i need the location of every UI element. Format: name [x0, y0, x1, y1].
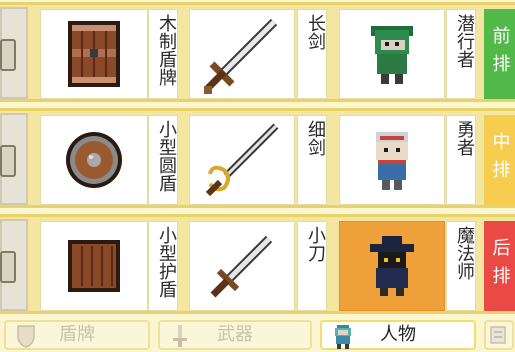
- shield-slot[interactable]: [40, 115, 148, 205]
- party-row-back: 小型护盾 小刀 魔法师 后排: [0, 214, 515, 314]
- rogue-icon: [371, 26, 413, 84]
- weapon-name: 细剑: [297, 115, 327, 205]
- weapon-slot[interactable]: [189, 9, 295, 99]
- party-row-front: 木制盾牌 长剑 潜行者 前排: [0, 2, 515, 102]
- position-badge-back[interactable]: 后排: [484, 221, 515, 311]
- tab-label: 人物: [380, 324, 416, 345]
- weapon-slot[interactable]: [189, 221, 295, 311]
- tab-shield[interactable]: 盾牌: [4, 320, 150, 350]
- tab-label: 武器: [217, 324, 253, 345]
- weapon-slot[interactable]: [189, 115, 295, 205]
- tab-more[interactable]: [484, 320, 514, 350]
- character-name: 魔法师: [446, 221, 476, 311]
- shield-name: 小型圆盾: [148, 115, 178, 205]
- tab-character[interactable]: 人物: [320, 320, 476, 350]
- character-slot[interactable]: [339, 115, 445, 205]
- position-badge-front[interactable]: 前排: [484, 9, 515, 99]
- small-shield-icon: [68, 240, 120, 292]
- character-slot-selected[interactable]: [339, 221, 445, 311]
- bottom-tab-bar: 盾牌 武器 人物: [0, 318, 515, 352]
- tab-label: 盾牌: [59, 324, 95, 345]
- round-shield-icon: [66, 132, 122, 188]
- character-name: 潜行者: [446, 9, 476, 99]
- row-drag-handle[interactable]: [0, 113, 28, 205]
- rapier-icon: [205, 123, 279, 197]
- shield-name: 小型护盾: [148, 221, 178, 311]
- character-name: 勇者: [446, 115, 476, 205]
- knife-icon: [210, 235, 273, 298]
- party-row-middle: 小型圆盾 细剑 勇者 中排: [0, 108, 515, 208]
- row-drag-handle[interactable]: [0, 7, 28, 99]
- mage-icon: [370, 236, 414, 296]
- more-tab-icon: [490, 326, 506, 344]
- long-sword-icon: [204, 18, 278, 94]
- shield-name: 木制盾牌: [148, 9, 178, 99]
- position-badge-middle[interactable]: 中排: [484, 115, 515, 205]
- shield-slot[interactable]: [40, 9, 148, 99]
- character-slot[interactable]: [339, 9, 445, 99]
- weapon-name: 小刀: [297, 221, 327, 311]
- weapon-name: 长剑: [297, 9, 327, 99]
- hero-icon: [376, 132, 408, 190]
- shield-slot[interactable]: [40, 221, 148, 311]
- wooden-shield-icon: [68, 21, 120, 87]
- tab-weapon[interactable]: 武器: [158, 320, 312, 350]
- row-drag-handle[interactable]: [0, 219, 28, 311]
